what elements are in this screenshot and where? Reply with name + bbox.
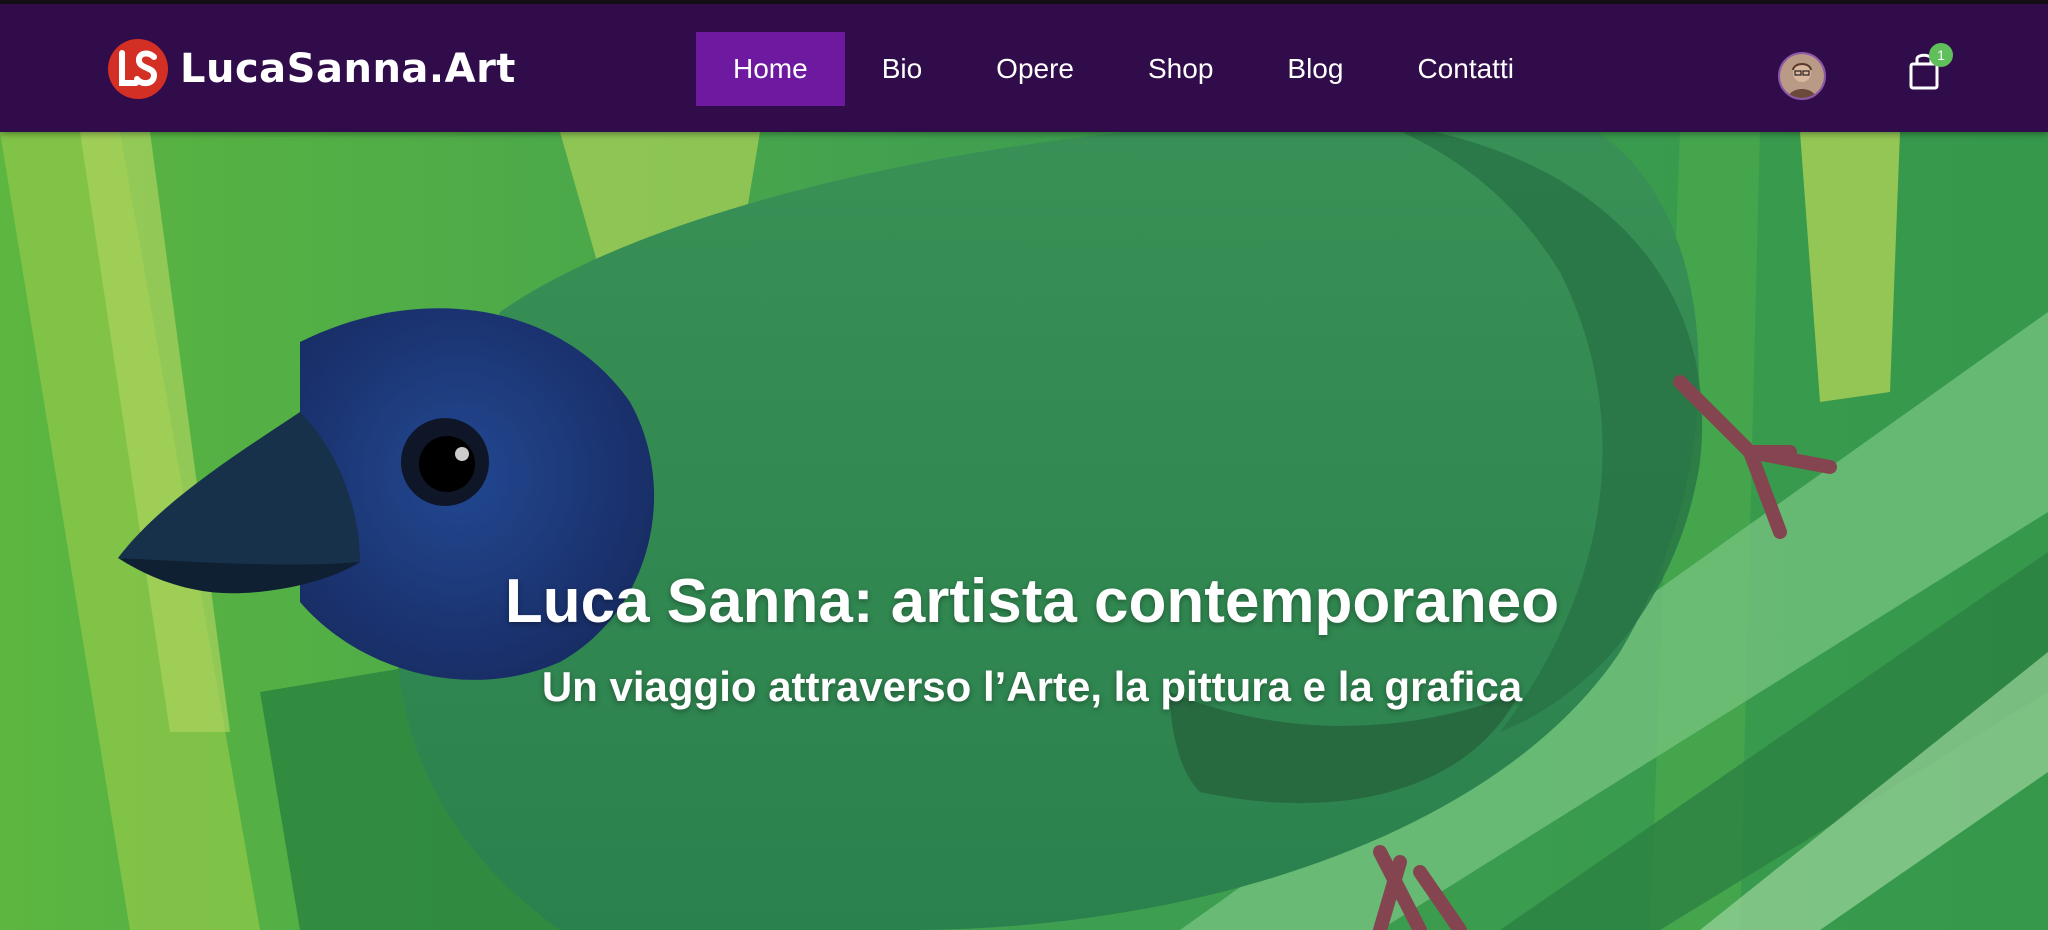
brand-name: LucaSanna.Art [180, 46, 516, 92]
nav-item-home[interactable]: Home [696, 32, 845, 106]
site-header: LucaSanna.Art Home Bio Opere Shop Blog C… [0, 4, 2048, 132]
hero-title: Luca Sanna: artista contemporaneo [504, 566, 1560, 636]
nav-item-blog[interactable]: Blog [1250, 32, 1380, 106]
main-navigation: Home Bio Opere Shop Blog Contatti [696, 32, 1551, 106]
nav-item-opere[interactable]: Opere [959, 32, 1111, 106]
nav-item-shop[interactable]: Shop [1111, 32, 1250, 106]
nav-item-contatti[interactable]: Contatti [1380, 32, 1551, 106]
cart-count-badge: 1 [1929, 43, 1953, 67]
site-logo[interactable]: LucaSanna.Art [108, 37, 516, 101]
hero-background-painting [0, 132, 2048, 930]
logo-mark-icon [108, 39, 168, 99]
user-avatar-icon[interactable] [1778, 52, 1826, 100]
nav-item-bio[interactable]: Bio [845, 32, 959, 106]
hero-subtitle: Un viaggio attraverso l’Arte, la pittura… [541, 662, 1523, 710]
hero-section: Luca Sanna: artista contemporaneo Un via… [0, 132, 2048, 930]
